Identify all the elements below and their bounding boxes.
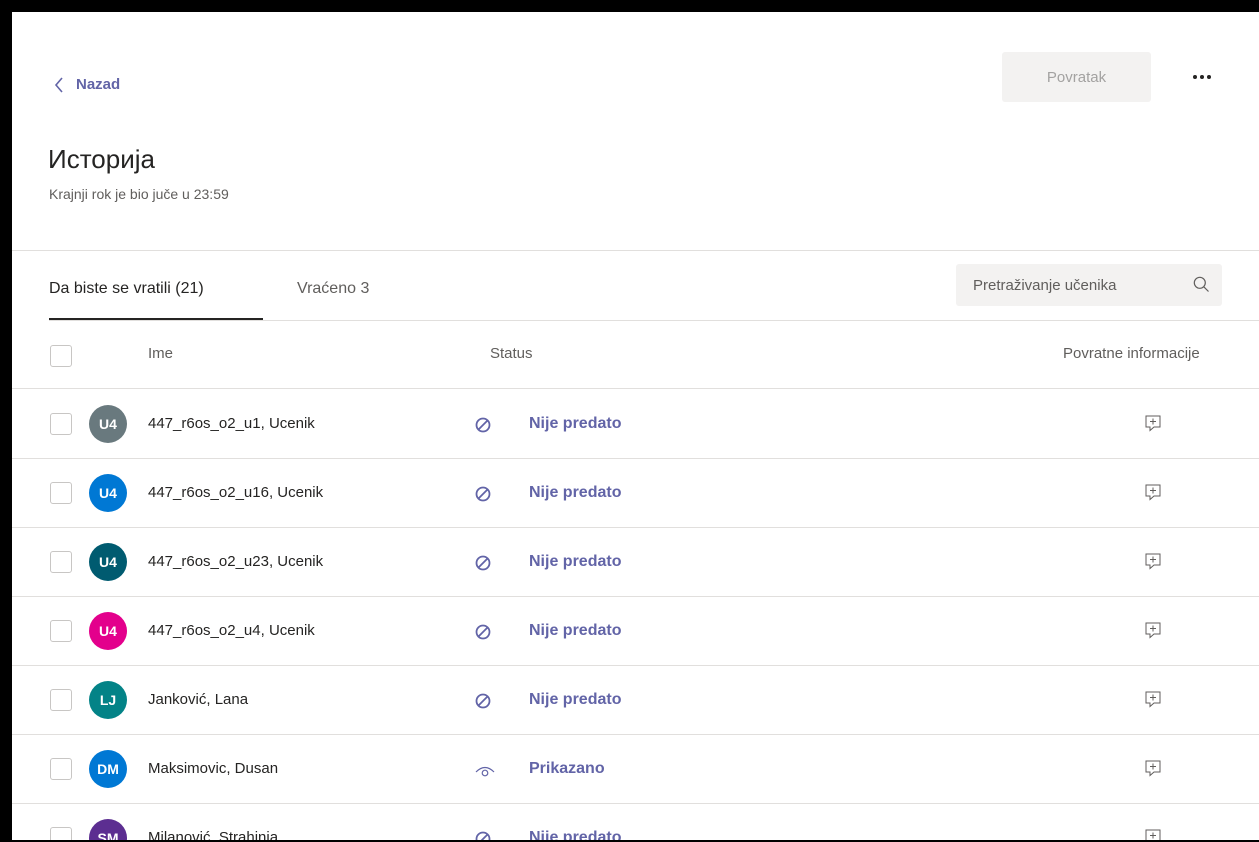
page-title: Историја <box>48 144 155 174</box>
student-name[interactable]: Maksimovic, Dusan <box>148 760 278 777</box>
not-submitted-icon <box>474 623 492 646</box>
status-link[interactable]: Nije predato <box>529 415 621 433</box>
row-checkbox[interactable] <box>50 482 72 504</box>
status-link[interactable]: Nije predato <box>529 553 621 571</box>
chevron-left-icon <box>54 76 63 93</box>
status-link[interactable]: Prikazano <box>529 760 605 778</box>
table-row[interactable]: U4 447_r6os_o2_u4, Ucenik Nije predato <box>12 597 1259 666</box>
column-header-status[interactable]: Status <box>490 345 533 362</box>
status-link[interactable]: Nije predato <box>529 691 621 709</box>
student-name[interactable]: Janković, Lana <box>148 691 248 708</box>
search-input[interactable] <box>973 276 1173 294</box>
table-row[interactable]: U4 447_r6os_o2_u1, Ucenik Nije predato <box>12 390 1259 459</box>
status-link[interactable]: Nije predato <box>529 484 621 502</box>
table-row[interactable]: SM Milanović, Strahinja Nije predato <box>12 804 1259 840</box>
table-header: Ime Status Povratne informacije <box>12 321 1259 389</box>
avatar: SM <box>89 819 127 840</box>
row-checkbox[interactable] <box>50 551 72 573</box>
row-checkbox[interactable] <box>50 689 72 711</box>
tab-returned[interactable]: Vraćeno 3 <box>297 280 369 298</box>
avatar: U4 <box>89 405 127 443</box>
not-submitted-icon <box>474 830 492 840</box>
avatar: DM <box>89 750 127 788</box>
select-all-checkbox[interactable] <box>50 345 72 367</box>
avatar: U4 <box>89 543 127 581</box>
add-feedback-icon[interactable] <box>1144 483 1162 506</box>
status-link[interactable]: Nije predato <box>529 622 621 640</box>
student-name[interactable]: 447_r6os_o2_u16, Ucenik <box>148 484 323 501</box>
avatar: LJ <box>89 681 127 719</box>
add-feedback-icon[interactable] <box>1144 621 1162 644</box>
search-icon[interactable] <box>1193 276 1210 293</box>
column-header-name[interactable]: Ime <box>148 345 173 362</box>
due-date-text: Krajnji rok je bio juče u 23:59 <box>49 186 229 202</box>
add-feedback-icon[interactable] <box>1144 414 1162 437</box>
back-link[interactable]: Nazad <box>54 76 120 93</box>
student-name[interactable]: 447_r6os_o2_u1, Ucenik <box>148 415 315 432</box>
add-feedback-icon[interactable] <box>1144 759 1162 782</box>
tab-to-return[interactable]: Da biste se vratili (21) <box>49 280 204 298</box>
avatar: U4 <box>89 474 127 512</box>
more-options-icon[interactable] <box>1187 67 1217 87</box>
status-link[interactable]: Nije predato <box>529 829 621 840</box>
student-name[interactable]: 447_r6os_o2_u4, Ucenik <box>148 622 315 639</box>
assignment-page: Nazad Povratak Историја Krajnji rok je b… <box>12 12 1259 840</box>
table-row[interactable]: U4 447_r6os_o2_u23, Ucenik Nije predato <box>12 528 1259 597</box>
column-header-feedback: Povratne informacije <box>1063 345 1200 362</box>
row-checkbox[interactable] <box>50 620 72 642</box>
row-checkbox[interactable] <box>50 827 72 840</box>
table-row[interactable]: LJ Janković, Lana Nije predato <box>12 666 1259 735</box>
divider <box>12 250 1259 251</box>
add-feedback-icon[interactable] <box>1144 690 1162 713</box>
back-label: Nazad <box>76 76 121 93</box>
not-submitted-icon <box>474 416 492 439</box>
return-button[interactable]: Povratak <box>1002 52 1151 102</box>
not-submitted-icon <box>474 485 492 508</box>
viewed-icon <box>474 764 496 783</box>
add-feedback-icon[interactable] <box>1144 552 1162 575</box>
row-checkbox[interactable] <box>50 758 72 780</box>
table-row[interactable]: U4 447_r6os_o2_u16, Ucenik Nije predato <box>12 459 1259 528</box>
not-submitted-icon <box>474 554 492 577</box>
student-name[interactable]: 447_r6os_o2_u23, Ucenik <box>148 553 323 570</box>
add-feedback-icon[interactable] <box>1144 828 1162 840</box>
row-checkbox[interactable] <box>50 413 72 435</box>
not-submitted-icon <box>474 692 492 715</box>
avatar: U4 <box>89 612 127 650</box>
student-search[interactable] <box>956 264 1222 306</box>
student-name[interactable]: Milanović, Strahinja <box>148 829 278 840</box>
table-row[interactable]: DM Maksimovic, Dusan Prikazano <box>12 735 1259 804</box>
